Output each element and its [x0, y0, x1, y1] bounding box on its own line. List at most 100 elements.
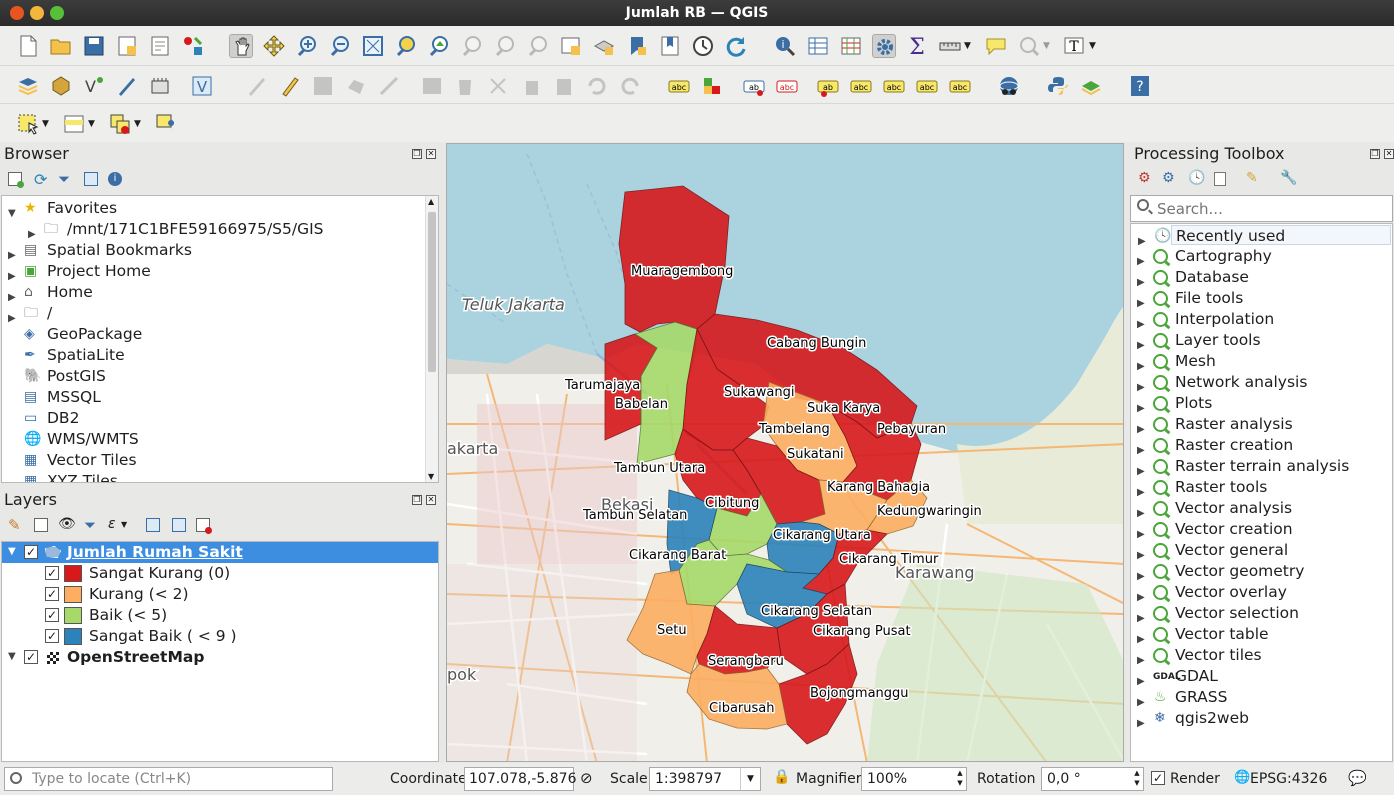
- text-annotation-icon[interactable]: T: [1062, 34, 1086, 58]
- options-icon[interactable]: 🔧: [1280, 170, 1297, 186]
- show-bookmarks-icon[interactable]: [658, 34, 682, 58]
- label-properties-icon[interactable]: abc: [915, 74, 939, 98]
- processing-close-button[interactable]: ✕: [1384, 149, 1394, 159]
- attribute-table-icon[interactable]: [806, 34, 830, 58]
- processing-group-item[interactable]: ▶ Plots: [1131, 393, 1392, 414]
- messages-icon[interactable]: 💬: [1348, 769, 1367, 787]
- history-icon[interactable]: 🕓: [1188, 170, 1205, 186]
- processing-group-item[interactable]: ▶ Vector tiles: [1131, 645, 1392, 666]
- browser-item[interactable]: ▦ Vector Tiles: [2, 450, 424, 471]
- processing-group-item[interactable]: ▶ Vector selection: [1131, 603, 1392, 624]
- processing-group-item[interactable]: ▶ Network analysis: [1131, 372, 1392, 393]
- rotation-spinbox[interactable]: 0,0 ° ▲ ▼: [1041, 767, 1144, 791]
- open-project-icon[interactable]: [49, 34, 73, 58]
- refresh-icon[interactable]: [724, 34, 748, 58]
- style-panel-icon[interactable]: ✎: [8, 516, 21, 534]
- magnifier-spinbox[interactable]: 100% ▲ ▼: [861, 767, 967, 791]
- browser-close-button[interactable]: ✕: [426, 149, 436, 159]
- measure-dropdown-arrow[interactable]: ▼: [964, 34, 976, 58]
- maximize-window-button[interactable]: [50, 6, 64, 20]
- layers-float-button[interactable]: ❐: [412, 495, 422, 505]
- collapse-layers-icon[interactable]: [172, 518, 186, 532]
- new-bookmark-icon[interactable]: [625, 34, 649, 58]
- collapse-arrow-icon[interactable]: ▼: [8, 651, 16, 662]
- zoom-out-icon[interactable]: [328, 34, 352, 58]
- new-map-view-icon[interactable]: [559, 34, 583, 58]
- statistical-summary-icon[interactable]: Σ: [905, 34, 929, 60]
- move-label-icon[interactable]: ab: [816, 74, 840, 98]
- new-virtual-layer-icon[interactable]: V: [190, 74, 214, 98]
- legend-item[interactable]: ✓ Baik (< 5): [2, 605, 438, 626]
- deselect-dropdown-arrow[interactable]: ▼: [134, 112, 146, 136]
- processing-group-item[interactable]: ▶ Layer tools: [1131, 330, 1392, 351]
- browser-item[interactable]: ✒ SpatiaLite: [2, 345, 424, 366]
- browser-item[interactable]: ▶ ▤ Spatial Bookmarks: [2, 240, 424, 261]
- processing-search-input[interactable]: [1157, 198, 1387, 219]
- processing-group-item[interactable]: ▶ Vector general: [1131, 540, 1392, 561]
- change-label-icon[interactable]: abc: [882, 74, 906, 98]
- select-expression-dropdown-arrow[interactable]: ▼: [88, 112, 100, 136]
- processing-group-item[interactable]: ▶ Vector creation: [1131, 519, 1392, 540]
- legend-item-checkbox[interactable]: ✓: [45, 629, 59, 643]
- legend-item[interactable]: ✓ Sangat Kurang (0): [2, 563, 438, 584]
- processing-group-item[interactable]: ▶ ❄ qgis2web: [1131, 708, 1392, 729]
- filter-legend-icon[interactable]: ⏷: [84, 516, 96, 534]
- browser-item[interactable]: ▤ MSSQL: [2, 387, 424, 408]
- deselect-all-icon[interactable]: [108, 112, 132, 136]
- edit-features-inplace-icon[interactable]: ✎: [1246, 170, 1258, 186]
- browser-item[interactable]: ▦ XYZ Tiles: [2, 471, 424, 482]
- new-geopackage-layer-icon[interactable]: [49, 74, 73, 98]
- toggle-extent-icon[interactable]: ⊘: [580, 769, 593, 787]
- layer-labeling-icon[interactable]: abc: [667, 74, 691, 98]
- style-manager-icon[interactable]: [181, 34, 205, 58]
- annotation-dropdown-arrow[interactable]: ▼: [1089, 34, 1101, 58]
- plugin-manager-icon[interactable]: [1079, 74, 1103, 98]
- layer-row-jumlah-rumah-sakit[interactable]: ▼ ✓ Jumlah Rumah Sakit: [2, 542, 438, 563]
- processing-group-item[interactable]: ▶ Raster creation: [1131, 435, 1392, 456]
- crs-label[interactable]: EPSG:4326: [1250, 771, 1327, 787]
- processing-group-item[interactable]: ▶ File tools: [1131, 288, 1392, 309]
- layout-manager-icon[interactable]: [148, 34, 172, 58]
- processing-group-item[interactable]: ▶ Raster tools: [1131, 477, 1392, 498]
- layers-close-button[interactable]: ✕: [426, 495, 436, 505]
- measure-icon[interactable]: [938, 34, 962, 58]
- add-selected-layers-icon[interactable]: [8, 172, 24, 188]
- magnifier-spin-arrows[interactable]: ▲ ▼: [954, 768, 966, 790]
- processing-group-item[interactable]: ▶ Mesh: [1131, 351, 1392, 372]
- crs-globe-icon[interactable]: 🌐: [1234, 770, 1250, 785]
- browser-item[interactable]: 🐘 PostGIS: [2, 366, 424, 387]
- new-3d-view-icon[interactable]: [592, 34, 616, 58]
- minimize-window-button[interactable]: [30, 6, 44, 20]
- processing-toolbox-icon[interactable]: [872, 34, 896, 58]
- enable-properties-icon[interactable]: i: [108, 172, 122, 186]
- new-print-layout-icon[interactable]: [115, 34, 139, 58]
- identify-icon[interactable]: i: [773, 34, 797, 58]
- browser-scrollbar[interactable]: ▲ ▼: [425, 196, 438, 482]
- python-console-icon[interactable]: [1046, 74, 1070, 98]
- lock-scale-icon[interactable]: 🔒: [773, 769, 790, 785]
- close-window-button[interactable]: [10, 6, 24, 20]
- processing-group-item[interactable]: ▶ Raster analysis: [1131, 414, 1392, 435]
- metasearch-icon[interactable]: [997, 74, 1021, 98]
- filter-expression-dropdown-arrow[interactable]: ▼: [121, 520, 127, 529]
- processing-group-item[interactable]: ▶ Database: [1131, 267, 1392, 288]
- save-project-icon[interactable]: [82, 34, 106, 58]
- collapse-all-icon[interactable]: [84, 172, 98, 186]
- processing-group-item[interactable]: ▶ Vector table: [1131, 624, 1392, 645]
- temporal-controller-icon[interactable]: [691, 34, 715, 58]
- legend-item-checkbox[interactable]: ✓: [45, 608, 59, 622]
- browser-item[interactable]: ▭ DB2: [2, 408, 424, 429]
- locator-search-field[interactable]: Type to locate (Ctrl+K): [4, 767, 333, 791]
- scale-combobox[interactable]: 1:398797 ▼: [649, 767, 761, 791]
- browser-float-button[interactable]: ❐: [412, 149, 422, 159]
- scale-dropdown-arrow[interactable]: ▼: [740, 768, 760, 790]
- processing-group-item[interactable]: ▶ 🕓 Recently used: [1138, 225, 1391, 247]
- results-viewer-icon[interactable]: [1214, 172, 1226, 186]
- processing-group-item[interactable]: ▶ Interpolation: [1131, 309, 1392, 330]
- toggle-editing-icon[interactable]: [278, 74, 302, 98]
- rotate-label-icon[interactable]: abc: [849, 74, 873, 98]
- pan-map-icon[interactable]: [229, 34, 253, 58]
- expand-all-icon[interactable]: [146, 518, 160, 532]
- coordinate-field[interactable]: 107.078,-5.876: [464, 767, 576, 791]
- processing-group-item[interactable]: ▶ ♨ GRASS: [1131, 687, 1392, 708]
